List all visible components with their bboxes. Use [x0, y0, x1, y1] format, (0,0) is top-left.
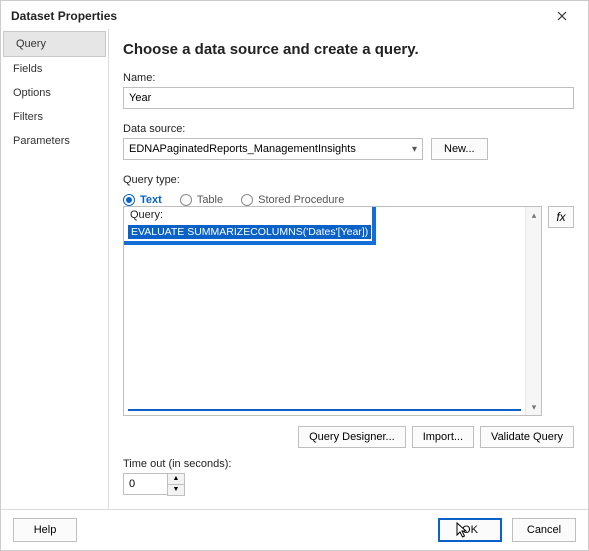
timeout-input[interactable] — [123, 473, 167, 495]
sidebar-item-fields[interactable]: Fields — [1, 57, 108, 81]
sidebar-item-label: Query — [16, 38, 46, 50]
radio-label: Stored Procedure — [258, 194, 344, 206]
timeout-spinner[interactable]: ▲ ▼ — [123, 473, 185, 496]
query-caret-line — [128, 409, 521, 411]
page-heading: Choose a data source and create a query. — [123, 41, 574, 58]
sidebar-item-label: Parameters — [13, 135, 70, 147]
sidebar-item-parameters[interactable]: Parameters — [1, 129, 108, 153]
query-text-selected: EVALUATE SUMMARIZECOLUMNS('Dates'[Year]) — [128, 225, 371, 239]
radio-icon — [241, 194, 253, 206]
main-panel: Choose a data source and create a query.… — [109, 29, 588, 509]
querytype-radio-storedproc[interactable]: Stored Procedure — [241, 194, 344, 206]
radio-icon — [123, 194, 135, 206]
spinner-down-button[interactable]: ▼ — [168, 485, 184, 496]
sidebar: Query Fields Options Filters Parameters — [1, 29, 109, 509]
sidebar-item-query[interactable]: Query — [3, 31, 106, 57]
querytype-radio-table[interactable]: Table — [180, 194, 223, 206]
datasource-label: Data source: — [123, 123, 574, 135]
sidebar-item-label: Fields — [13, 63, 42, 75]
radio-label: Table — [197, 194, 223, 206]
import-button[interactable]: Import... — [412, 426, 474, 448]
scrollbar[interactable]: ▴ ▾ — [525, 207, 541, 415]
querytype-radio-text[interactable]: Text — [123, 194, 162, 206]
new-datasource-button[interactable]: New... — [431, 138, 488, 160]
chevron-down-icon: ▾ — [412, 144, 417, 155]
query-actions: Query Designer... Import... Validate Que… — [123, 426, 574, 448]
query-textarea[interactable]: Query: EVALUATE SUMMARIZECOLUMNS('Dates'… — [123, 206, 542, 416]
sidebar-item-filters[interactable]: Filters — [1, 105, 108, 129]
titlebar: Dataset Properties — [1, 1, 588, 29]
query-label: Query: — [130, 209, 163, 221]
fx-icon: fx — [556, 210, 565, 224]
dataset-properties-dialog: Dataset Properties Query Fields Options … — [0, 0, 589, 551]
sidebar-item-label: Filters — [13, 111, 43, 123]
datasource-value: EDNAPaginatedReports_ManagementInsights — [129, 143, 356, 155]
radio-icon — [180, 194, 192, 206]
dialog-body: Query Fields Options Filters Parameters … — [1, 29, 588, 509]
radio-label: Text — [140, 194, 162, 206]
close-icon — [557, 11, 567, 21]
help-button[interactable]: Help — [13, 518, 77, 542]
sidebar-item-options[interactable]: Options — [1, 81, 108, 105]
scroll-up-icon[interactable]: ▴ — [526, 207, 542, 223]
ok-label: OK — [462, 524, 478, 536]
datasource-select[interactable]: EDNAPaginatedReports_ManagementInsights … — [123, 138, 423, 160]
dialog-footer: Help OK Cancel — [1, 509, 588, 550]
spinner-up-button[interactable]: ▲ — [168, 474, 184, 485]
query-designer-button[interactable]: Query Designer... — [298, 426, 406, 448]
cancel-button[interactable]: Cancel — [512, 518, 576, 542]
sidebar-item-label: Options — [13, 87, 51, 99]
ok-button[interactable]: OK — [438, 518, 502, 542]
timeout-label: Time out (in seconds): — [123, 458, 574, 470]
expression-button[interactable]: fx — [548, 206, 574, 228]
name-input[interactable] — [123, 87, 574, 109]
querytype-label: Query type: — [123, 174, 574, 186]
close-button[interactable] — [546, 6, 578, 26]
scroll-down-icon[interactable]: ▾ — [526, 399, 542, 415]
name-label: Name: — [123, 72, 574, 84]
dialog-title: Dataset Properties — [11, 9, 117, 23]
validate-query-button[interactable]: Validate Query — [480, 426, 574, 448]
querytype-radio-group: Text Table Stored Procedure — [123, 194, 574, 206]
